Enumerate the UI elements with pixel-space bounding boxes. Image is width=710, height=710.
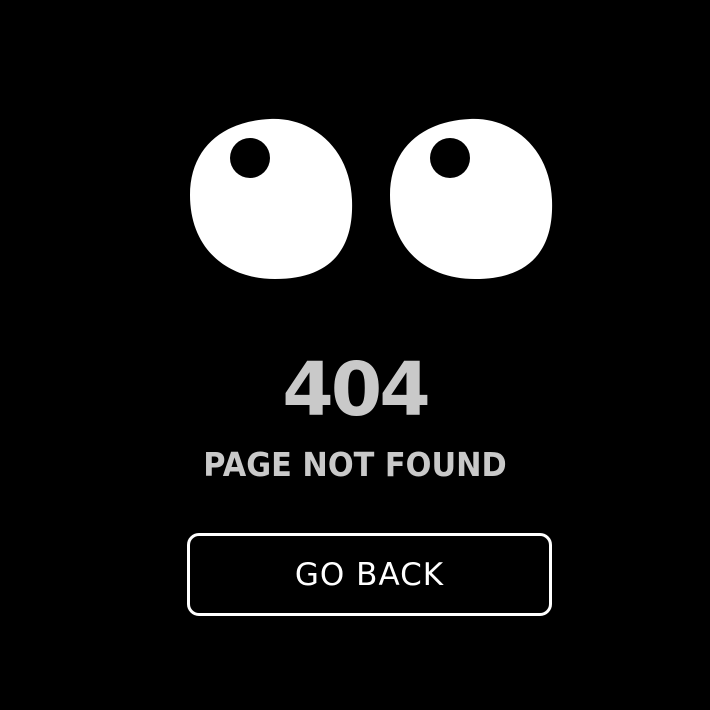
right-eye (390, 118, 553, 279)
right-eye-white (390, 118, 553, 279)
cartoon-eyes-icon (190, 118, 553, 279)
go-back-button[interactable]: GO BACK (187, 533, 552, 616)
error-message: PAGE NOT FOUND (203, 445, 507, 484)
left-eye (190, 118, 353, 279)
left-eye-white (190, 118, 353, 279)
not-found-page: 404 PAGE NOT FOUND GO BACK (0, 0, 710, 710)
error-code: 404 (282, 347, 430, 433)
left-pupil (230, 138, 270, 178)
right-pupil (430, 138, 470, 178)
